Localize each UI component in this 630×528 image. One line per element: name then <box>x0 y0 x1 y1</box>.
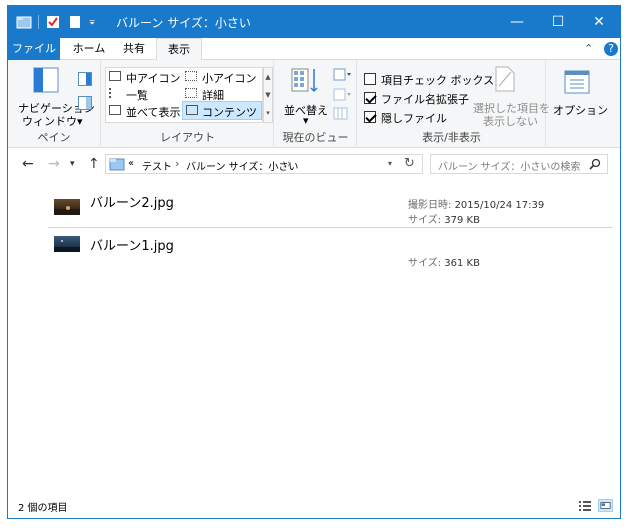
qat-dropdown-icon[interactable] <box>89 14 99 30</box>
address-dropdown-icon[interactable]: ▾ <box>388 159 392 168</box>
layout-group-label: レイアウト <box>160 131 215 144</box>
hidden-items-label[interactable]: 隠しファイル <box>381 110 447 126</box>
new-folder-icon[interactable] <box>67 14 83 30</box>
details-view-icon[interactable] <box>578 500 592 512</box>
gallery-scroll[interactable]: ▲ ▼ ▾ <box>263 67 273 123</box>
file-list: バルーン2.jpg 撮影日時: 2015/10/24 17:39 サイズ: 37… <box>8 179 620 493</box>
panes-group-label: ペイン <box>37 131 71 144</box>
tiles-icon <box>109 105 121 115</box>
group-layout: 中アイコン 小アイコン 一覧 詳細 並べて表示 コンテンツ ▲ ▼ ▾ レイアウト <box>102 60 274 148</box>
search-box[interactable]: バルーン サイズ：小さいの検索 <box>430 154 608 174</box>
nav-pane-dropdown[interactable]: ウィンドウ▾ <box>22 113 83 129</box>
quick-access-toolbar <box>16 14 99 30</box>
group-by-icon[interactable] <box>333 68 353 82</box>
details-icon <box>185 88 197 98</box>
breadcrumb-test[interactable]: テスト <box>142 158 172 173</box>
group-show-hide: 項目チェック ボックス ファイル名拡張子 隠しファイル 選択した項目を 表示しな… <box>358 60 550 148</box>
show-hide-group-label: 表示/非表示 <box>422 131 481 144</box>
title-bar: バルーン サイズ：小さい — ☐ ✕ <box>8 6 620 38</box>
size-columns-icon[interactable] <box>333 107 349 121</box>
size-label: サイズ: <box>408 215 442 226</box>
layout-list[interactable]: 一覧 <box>126 87 148 103</box>
content-icon <box>186 105 198 115</box>
forward-arrow-icon[interactable]: → <box>48 156 60 172</box>
qat-separator <box>38 15 39 29</box>
folder-icon <box>109 158 125 171</box>
tab-share[interactable]: 共有 <box>114 38 154 60</box>
explorer-window: バルーン サイズ：小さい — ☐ ✕ ファイル ホーム 共有 表示 ⌃ ? ナビ… <box>7 5 621 519</box>
sort-by-dropdown[interactable]: ▾ <box>303 114 309 127</box>
options-label[interactable]: オプション <box>553 102 608 118</box>
date-label: 撮影日時: <box>408 200 452 211</box>
item-count: 2 個の項目 <box>18 503 68 514</box>
breadcrumb-chevron-icon[interactable]: › <box>175 157 179 170</box>
image-thumbnail-sunset <box>54 199 80 215</box>
breadcrumb-overflow[interactable]: « <box>128 158 134 169</box>
item-checkbox-label[interactable]: 項目チェック ボックス <box>381 72 494 88</box>
layout-tiles[interactable]: 並べて表示 <box>126 104 181 120</box>
group-current-view: 並べ替え ▾ 現在のビュー <box>275 60 357 148</box>
current-view-group-label: 現在のビュー <box>282 131 349 144</box>
tab-view[interactable]: 表示 <box>156 38 202 61</box>
size-value: 361 KB <box>444 258 480 269</box>
navigation-pane-icon[interactable] <box>33 67 59 93</box>
file-date: 撮影日時: 2015/10/24 17:39 <box>408 196 544 211</box>
layout-content[interactable]: コンテンツ <box>202 104 257 120</box>
large-icons-view-icon[interactable] <box>598 499 613 512</box>
size-value: 379 KB <box>444 215 480 226</box>
minimize-button[interactable]: — <box>494 6 540 38</box>
file-size: サイズ: 379 KB <box>408 211 480 226</box>
hide-selected-label-line2[interactable]: 表示しない <box>483 113 538 129</box>
file-size: サイズ: 361 KB <box>408 254 480 269</box>
add-columns-icon[interactable] <box>333 88 353 102</box>
file-extension-toggle[interactable] <box>364 92 376 104</box>
tab-file[interactable]: ファイル <box>8 38 60 60</box>
status-bar: 2 個の項目 <box>8 493 620 518</box>
sort-by-icon[interactable] <box>290 66 320 94</box>
image-thumbnail-night <box>54 236 80 252</box>
small-icons-icon <box>185 71 197 81</box>
group-options: オプション <box>547 60 608 148</box>
ribbon-body: ナビゲーション ウィンドウ▾ ペイン 中アイコン 小アイコン 一覧 詳細 並べて… <box>8 60 620 148</box>
address-bar[interactable]: « テスト › バルーン サイズ：小さい › ▾ ↻ <box>105 154 423 174</box>
file-item[interactable]: バルーン2.jpg 撮影日時: 2015/10/24 17:39 サイズ: 37… <box>8 187 620 231</box>
tab-home[interactable]: ホーム <box>66 38 112 60</box>
close-button[interactable]: ✕ <box>576 6 620 38</box>
refresh-icon[interactable]: ↻ <box>404 156 415 171</box>
list-icon <box>109 88 121 98</box>
options-icon[interactable] <box>564 70 590 94</box>
hidden-items-toggle[interactable] <box>364 111 376 123</box>
file-name[interactable]: バルーン2.jpg <box>90 192 174 211</box>
date-value: 2015/10/24 17:39 <box>454 200 545 211</box>
back-arrow-icon[interactable]: ← <box>22 156 34 172</box>
hide-selected-icon[interactable] <box>494 66 516 92</box>
breadcrumb-end-chevron-icon[interactable]: › <box>287 157 291 170</box>
item-checkbox-toggle[interactable] <box>364 73 376 85</box>
help-icon[interactable]: ? <box>604 42 618 56</box>
search-icon[interactable] <box>589 158 601 170</box>
up-arrow-icon[interactable]: ↑ <box>88 156 100 172</box>
ribbon-collapse-icon[interactable]: ⌃ <box>584 42 593 55</box>
item-divider <box>48 227 612 228</box>
navigation-bar: ← → ▾ ↑ « テスト › バルーン サイズ：小さい › ▾ ↻ バルーン … <box>8 149 620 179</box>
breadcrumb-current[interactable]: バルーン サイズ：小さい <box>186 158 298 173</box>
window-title: バルーン サイズ：小さい <box>116 16 251 30</box>
file-extension-label[interactable]: ファイル名拡張子 <box>381 91 469 107</box>
file-name[interactable]: バルーン1.jpg <box>90 235 174 254</box>
layout-small-icons[interactable]: 小アイコン <box>202 70 256 86</box>
file-item[interactable]: バルーン1.jpg サイズ: 361 KB <box>8 230 620 274</box>
preview-pane-icon[interactable] <box>78 72 92 86</box>
maximize-button[interactable]: ☐ <box>535 6 581 38</box>
folder-window-icon <box>16 16 32 29</box>
ribbon-tabs: ファイル ホーム 共有 表示 ⌃ ? <box>8 38 620 61</box>
details-pane-icon[interactable] <box>78 96 92 110</box>
layout-medium-icons[interactable]: 中アイコン <box>126 70 180 86</box>
group-panes: ナビゲーション ウィンドウ▾ ペイン <box>8 60 101 148</box>
medium-icons-icon <box>109 71 121 81</box>
properties-icon[interactable] <box>45 14 61 30</box>
recent-locations-icon[interactable]: ▾ <box>70 159 75 169</box>
search-placeholder: バルーン サイズ：小さいの検索 <box>438 162 581 173</box>
size-label: サイズ: <box>408 258 442 269</box>
